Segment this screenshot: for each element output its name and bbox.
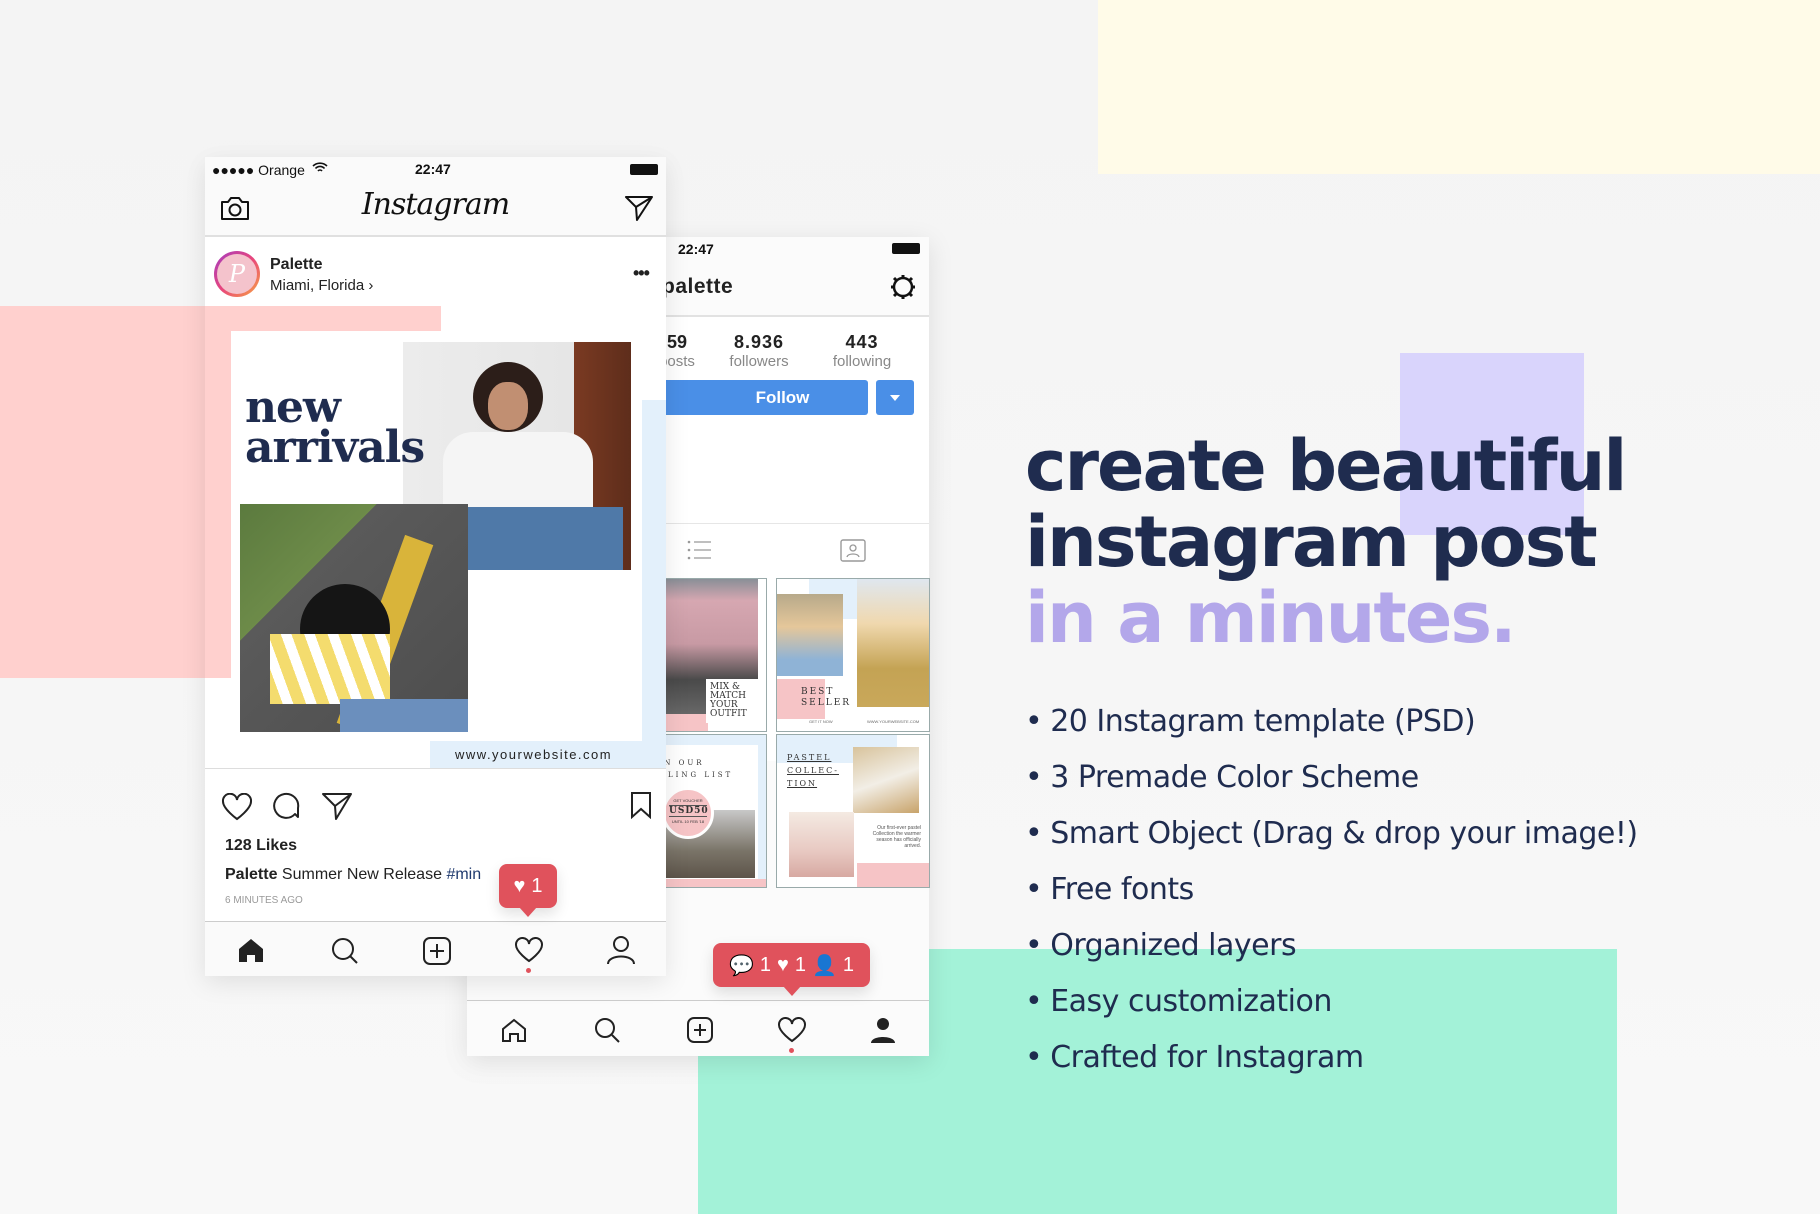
grid-post-pastel-collection[interactable]: PASTEL COLLEC- TION Our first-ever paste… [776, 734, 930, 888]
stat-followers[interactable]: 8.936 followers [709, 332, 809, 370]
feature-item: Free fonts [1025, 862, 1638, 918]
headline: create beautiful instagram post in a min… [1025, 425, 1627, 659]
add-icon[interactable] [686, 1016, 714, 1044]
post-caption: Palette Summer New Release #min [225, 866, 482, 883]
bookmark-icon[interactable] [629, 791, 653, 819]
grid-post-best-seller[interactable]: BEST SELLER GET IT NOW WWW.YOURWEBSITE.C… [776, 578, 930, 732]
image-website: www.yourwebsite.com [455, 747, 613, 762]
grid-post-mailing-list[interactable]: JOIN OUR MAILING LIST GET VOUCHER USD50 … [657, 734, 767, 888]
direct-message-icon[interactable] [624, 194, 654, 222]
feature-list: 20 Instagram template (PSD) 3 Premade Co… [1025, 694, 1638, 1086]
profile-username: palette [662, 275, 734, 298]
home-icon[interactable] [237, 937, 265, 963]
feature-item: 3 Premade Color Scheme [1025, 750, 1638, 806]
post-time: 6 MINUTES AGO [225, 895, 303, 906]
heart-icon[interactable] [514, 937, 544, 963]
profile-icon[interactable] [606, 935, 636, 965]
tagged-icon[interactable] [839, 535, 867, 563]
wifi-icon [312, 162, 328, 172]
post-username[interactable]: Palette [270, 256, 322, 274]
like-icon[interactable] [221, 793, 253, 821]
caret-down-icon [890, 394, 900, 401]
feature-item: Organized layers [1025, 918, 1638, 974]
avatar[interactable]: P [214, 251, 260, 297]
gear-icon[interactable] [889, 273, 917, 301]
follow-dropdown-button[interactable] [876, 380, 914, 415]
post-image[interactable]: new arrivals www.yourwebsite.com [205, 306, 666, 768]
heart-filled-icon: ♥ [777, 953, 789, 976]
profile-icon[interactable] [869, 1016, 897, 1044]
like-notification-badge[interactable]: ♥ 1 [499, 864, 557, 917]
search-icon[interactable] [593, 1016, 621, 1044]
voucher-circle: GET VOUCHER USD50 UNTIL 10 FEB '18 [662, 787, 714, 839]
status-time: 22:47 [678, 241, 714, 257]
heart-filled-icon: ♥ [513, 874, 526, 897]
more-options-icon[interactable]: ••• [633, 263, 650, 284]
status-carrier: ●●●●● Orange [212, 162, 305, 178]
yellow-block [1098, 0, 1820, 174]
feature-item: 20 Instagram template (PSD) [1025, 694, 1638, 750]
heart-icon[interactable] [777, 1017, 807, 1043]
activity-dot [526, 968, 531, 973]
image-title: new arrivals [245, 382, 425, 473]
share-icon[interactable] [321, 791, 353, 821]
person-icon: 👤 [812, 954, 837, 977]
stat-following[interactable]: 443 following [812, 332, 912, 370]
comment-icon: 💬 [728, 954, 754, 977]
battery-icon [892, 243, 920, 254]
feed-phone: ●●●●● Orange 22:47 Instagram P Palette M… [205, 157, 666, 976]
likes-count[interactable]: 128 Likes [225, 837, 297, 855]
feature-item: Smart Object (Drag & drop your image!) [1025, 806, 1638, 862]
instagram-logo: Instagram [361, 187, 510, 222]
activity-dot [789, 1048, 794, 1053]
feature-item: Crafted for Instagram [1025, 1030, 1638, 1086]
follow-button[interactable]: Follow [657, 380, 868, 415]
activity-notification-badge[interactable]: 💬 1 ♥ 1 👤 1 [713, 943, 870, 996]
post-location[interactable]: Miami, Florida › [270, 277, 373, 294]
battery-icon [630, 164, 658, 175]
home-icon[interactable] [500, 1017, 528, 1043]
feature-item: Easy customization [1025, 974, 1638, 1030]
add-icon[interactable] [422, 936, 452, 966]
status-time: 22:47 [415, 161, 451, 177]
photo-yellow-shirt [240, 504, 468, 732]
comment-icon[interactable] [272, 792, 302, 822]
search-icon[interactable] [330, 936, 360, 966]
list-view-icon[interactable] [687, 537, 713, 563]
grid-post-mix-match[interactable]: MIX & MATCH YOUR OUTFIT [657, 578, 767, 732]
